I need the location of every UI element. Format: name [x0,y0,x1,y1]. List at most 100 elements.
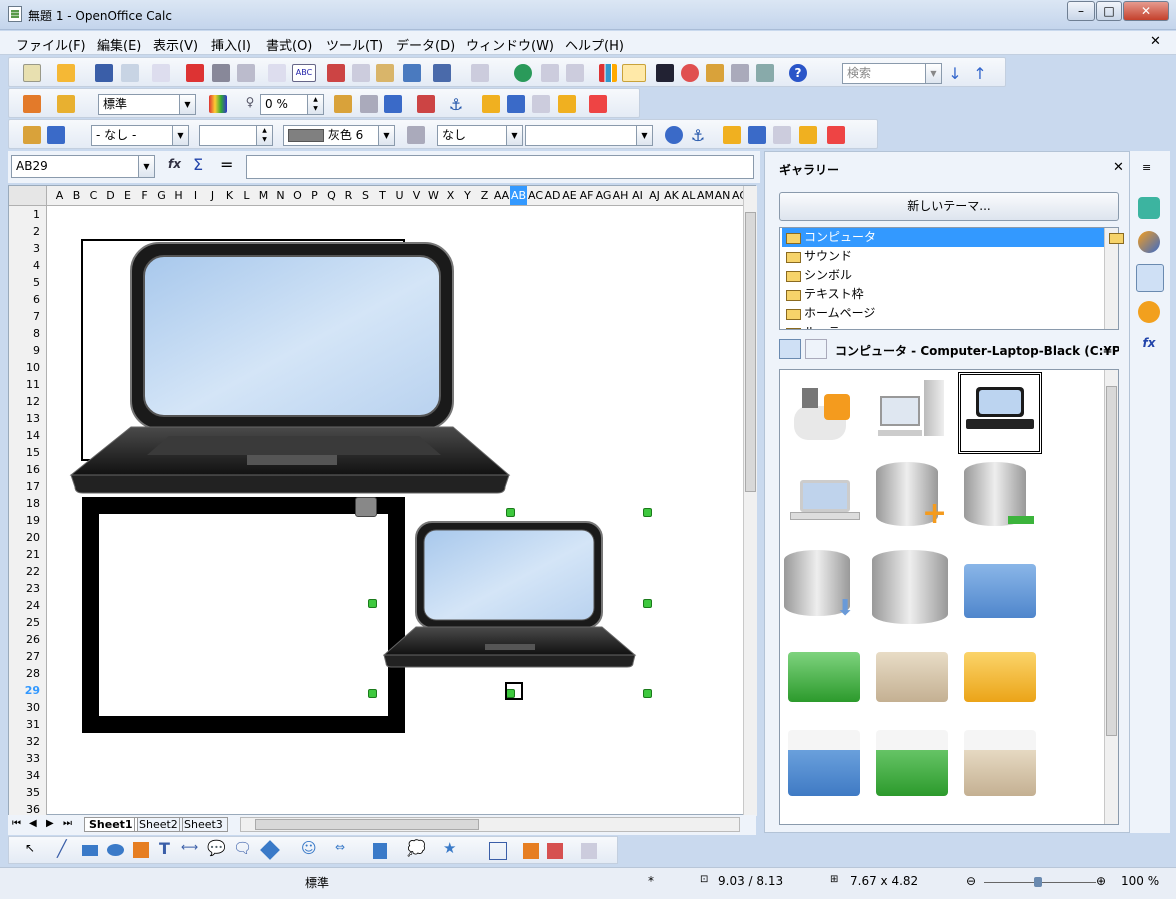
zoom-icon[interactable] [756,64,774,82]
column-header[interactable]: AL [680,189,697,202]
style-dropdown-icon[interactable]: ▼ [179,95,195,114]
area-fill-icon[interactable] [360,95,378,113]
bring-front-icon-2[interactable] [723,126,741,144]
properties-deck-icon[interactable] [1138,197,1160,219]
points-icon[interactable] [489,842,507,860]
thumb-database-download[interactable]: ⬇ [784,550,860,628]
column-header[interactable]: G [153,189,170,202]
gallery-thumbnails[interactable]: + ⬇ [779,369,1119,825]
theme-item[interactable]: テキスト枠 [782,285,1104,304]
row-header[interactable]: 31 [26,718,40,731]
close-window-button[interactable]: ✕ [1123,1,1169,21]
spellcheck-icon[interactable] [268,64,286,82]
column-header[interactable]: AM [697,189,714,202]
selection-handle-ml[interactable] [368,599,377,608]
row-header[interactable]: 14 [26,429,40,442]
column-header[interactable]: AH [612,189,629,202]
crop-icon[interactable] [417,95,435,113]
laptop-image-large[interactable] [69,241,511,496]
column-header[interactable]: AN [714,189,731,202]
vertical-scrollbar[interactable] [743,186,757,816]
theme-item[interactable]: コンピュータ [782,228,1104,247]
row-header[interactable]: 33 [26,752,40,765]
line-style-select[interactable]: - なし - ▼ [91,125,189,146]
new-document-icon[interactable] [23,64,41,82]
row-header[interactable]: 24 [26,599,40,612]
thumb-folder-beige[interactable] [876,652,948,702]
save-icon[interactable] [95,64,113,82]
bring-to-front-icon[interactable] [482,95,500,113]
styles-deck-icon[interactable] [1138,231,1160,253]
thumb-folder-yellow[interactable] [964,652,1036,702]
fontwork-icon[interactable] [523,843,539,859]
theme-list-scrollbar[interactable] [1104,228,1124,329]
flowchart-icon[interactable] [373,843,387,859]
find-previous-icon[interactable]: ↑ [971,64,989,83]
data-sources-icon[interactable] [731,64,749,82]
anchor-icon-2[interactable]: ⚓ [689,126,707,145]
menu-format[interactable]: 書式(O) [266,35,312,54]
send-back-icon-2[interactable] [748,126,766,144]
vertical-scrollbar-thumb[interactable] [745,212,756,492]
name-box-dropdown-icon[interactable]: ▼ [138,156,154,177]
callouts-icon[interactable]: 💭 [407,839,426,857]
column-header[interactable]: L [238,189,255,202]
functions-deck-icon[interactable]: fx [1138,336,1160,358]
gallery-close-icon[interactable]: ✕ [1113,160,1124,175]
active-cell-cursor[interactable] [505,682,523,700]
align-icon[interactable] [589,95,607,113]
menu-help[interactable]: ヘルプ(H) [565,35,624,54]
to-background-icon[interactable] [558,95,576,113]
send-to-back-icon[interactable] [507,95,525,113]
row-header[interactable]: 7 [33,310,40,323]
thumb-database-remove[interactable] [960,462,1036,534]
chart-icon[interactable] [599,64,617,82]
column-header[interactable]: I [187,189,204,202]
row-header[interactable]: 6 [33,293,40,306]
column-header[interactable]: W [425,189,442,202]
row-header[interactable]: 18 [26,497,40,510]
row-header[interactable]: 25 [26,616,40,629]
redo-icon[interactable] [471,64,489,82]
paragraph-style-select[interactable]: 標準 ▼ [98,94,196,115]
column-header[interactable]: M [255,189,272,202]
row-header[interactable]: 20 [26,531,40,544]
column-header[interactable]: C [85,189,102,202]
column-header[interactable]: AC [527,189,544,202]
auto-spellcheck-icon[interactable]: ABC [292,64,316,82]
column-header[interactable]: O [289,189,306,202]
column-header[interactable]: D [102,189,119,202]
select-all-corner[interactable] [9,186,47,206]
selection-handle-tr[interactable] [643,508,652,517]
row-header[interactable]: 1 [33,208,40,221]
line-width-spinner-icon[interactable]: ▲ ▼ [256,126,272,145]
selection-handle-tl[interactable] [506,508,515,517]
ellipse-tool-icon[interactable] [107,844,124,856]
column-header[interactable]: F [136,189,153,202]
column-header[interactable]: X [442,189,459,202]
to-foreground-icon[interactable] [532,95,550,113]
row-header[interactable]: 32 [26,735,40,748]
print-preview-icon[interactable] [237,64,255,82]
column-header[interactable]: T [374,189,391,202]
menu-file[interactable]: ファイル(F) [16,35,86,54]
column-header[interactable]: AE [561,189,578,202]
area-value-select[interactable]: ▼ [525,125,653,146]
column-header[interactable]: AA [493,189,510,202]
area-style-dropdown-icon[interactable]: ▼ [506,126,522,145]
callout-tool-icon[interactable]: 💬 [207,839,226,857]
spreadsheet-grid[interactable]: A B C D E F G H I J K L M N O P Q R S T U V W X Y Z AA AB AC AD AE AF AG… [8,185,757,816]
email-icon[interactable] [121,64,139,82]
thumb-folder-blue[interactable] [964,564,1036,618]
gallery-deck-icon[interactable] [1136,264,1164,292]
first-sheet-icon[interactable]: ⏮ [12,818,21,829]
menu-insert[interactable]: 挿入(I) [211,35,251,54]
theme-item[interactable]: ホームページ [782,304,1104,323]
stars-icon[interactable]: ★ [443,839,456,857]
row-header[interactable]: 15 [26,446,40,459]
column-header[interactable]: N [272,189,289,202]
foreground-icon-2[interactable] [773,126,791,144]
sheet-tab-2[interactable]: Sheet2 [134,817,183,832]
menu-data[interactable]: データ(D) [396,35,455,54]
from-file-icon[interactable] [547,843,563,859]
